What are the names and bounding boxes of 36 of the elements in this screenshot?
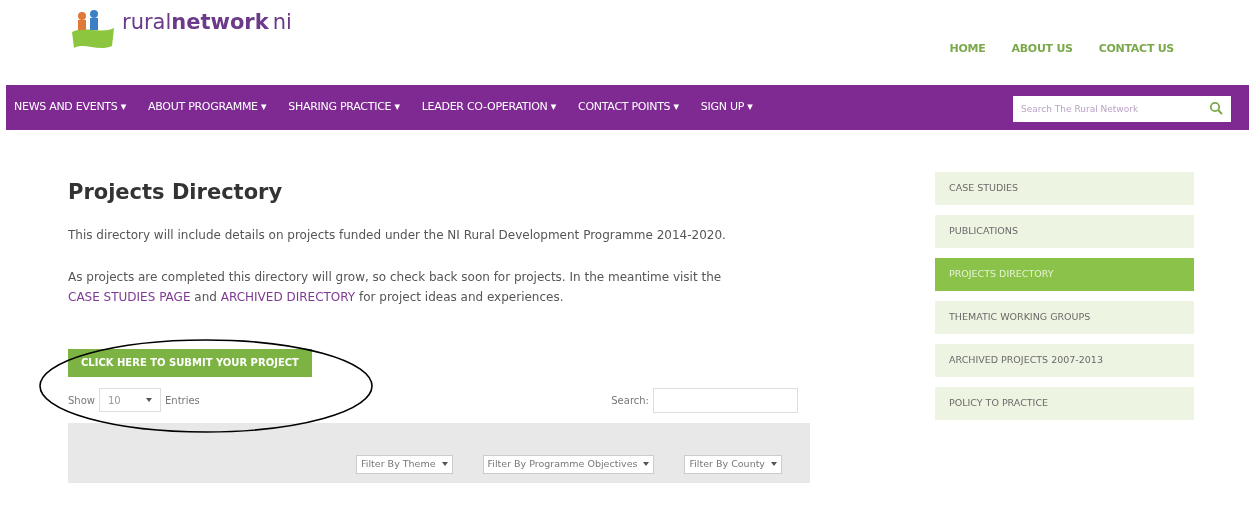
filter-select[interactable]: Filter By Theme — [356, 454, 453, 474]
text-link[interactable]: ARCHIVED DIRECTORY — [220, 289, 356, 304]
search-label: Search: — [611, 393, 649, 408]
nav-item[interactable]: LEADER CO-OPERATION ▾ — [421, 99, 556, 116]
filter-select[interactable]: Filter By County — [684, 454, 782, 474]
logo-text: rural — [122, 11, 172, 33]
entries-select[interactable]: 10 — [99, 388, 161, 412]
top-link[interactable]: CONTACT US — [1098, 40, 1174, 57]
sidebar-item[interactable]: CASE STUDIES — [935, 172, 1194, 205]
show-label: Show — [68, 393, 95, 408]
nav-item[interactable]: CONTACT POINTS ▾ — [578, 99, 679, 116]
paragraph: This directory will include details on projects funded under the NI Rural Development Programme 2014-2020. — [68, 226, 727, 244]
filter-select[interactable]: Filter By Programme Objectives — [482, 454, 655, 474]
site-search-field[interactable]: Search The Rural Network — [1013, 95, 1231, 122]
logo-suffix: ni — [272, 11, 292, 33]
top-link[interactable]: HOME — [949, 40, 986, 57]
nav-item[interactable]: SHARING PRACTICE ▾ — [288, 99, 400, 116]
sidebar-item[interactable]: PUBLICATIONS — [935, 215, 1194, 248]
table-search-field[interactable] — [653, 387, 798, 413]
caret-icon — [441, 462, 448, 466]
sidebar-item[interactable]: ARCHIVED PROJECTS 2007-2013 — [935, 344, 1194, 377]
nav-item[interactable]: SIGN UP ▾ — [700, 99, 753, 116]
nav-item[interactable]: ABOUT PROGRAMME ▾ — [148, 99, 267, 116]
caret-icon — [146, 398, 152, 402]
top-link[interactable]: ABOUT US — [1011, 40, 1073, 57]
search-icon — [1209, 100, 1223, 115]
caret-icon — [771, 462, 777, 466]
sidebar-item[interactable]: POLICY TO PRACTICE — [935, 387, 1194, 420]
text-link[interactable]: CASE STUDIES PAGE — [68, 289, 191, 304]
paragraph: As projects are completed this directory will grow, so check back soon for projects. In the meantime visit the CASE STUDIES PAGE and ARCHIVED DIRECTORY for project ideas and experiences. — [68, 268, 723, 306]
caret-icon — [643, 462, 650, 466]
logo-text-bold: network — [171, 11, 269, 33]
sidebar-item[interactable]: THEMATIC WORKING GROUPS — [935, 301, 1194, 334]
page-title: Projects Directory — [68, 179, 284, 206]
nav-item[interactable]: NEWS AND EVENTS ▾ — [14, 99, 126, 116]
entries-label: Entries — [165, 393, 200, 408]
